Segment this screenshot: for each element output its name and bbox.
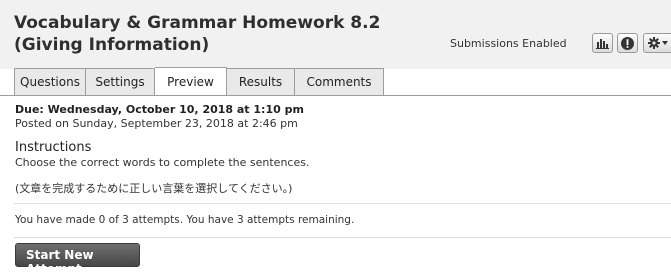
gear-icon [647,37,660,49]
instructions-text: Choose the correct words to complete the… [15,156,310,169]
page-header: Vocabulary & Grammar Homework 8.2 (Givin… [0,0,671,69]
divider [14,237,671,238]
posted-date: Posted on Sunday, September 23, 2018 at … [15,117,298,130]
tab-questions[interactable]: Questions [14,68,86,96]
divider [14,203,671,204]
tab-divider [0,95,671,96]
caret-down-icon [661,41,668,45]
due-date: Due: Wednesday, October 10, 2018 at 1:10… [15,103,304,116]
tab-bar: Questions Settings Preview Results Comme… [14,67,384,96]
submissions-status: Submissions Enabled [450,37,567,50]
tab-results[interactable]: Results [227,68,295,96]
info-icon [621,36,634,50]
tab-comments[interactable]: Comments [295,68,384,96]
tab-settings[interactable]: Settings [86,68,155,96]
bar-chart-icon [596,38,609,49]
attempts-status: You have made 0 of 3 attempts. You have … [15,214,355,226]
instructions-heading: Instructions [15,140,92,155]
page-title: Vocabulary & Grammar Homework 8.2 (Givin… [14,13,381,55]
instructions-text-japanese: (文章を完成するために正しい言葉を選択してください。) [15,182,293,195]
settings-menu-button[interactable] [643,33,671,53]
info-button[interactable] [617,33,638,53]
start-new-attempt-button[interactable]: Start New Attempt [15,243,140,276]
tab-preview[interactable]: Preview [155,67,227,96]
results-chart-button[interactable] [592,33,613,53]
